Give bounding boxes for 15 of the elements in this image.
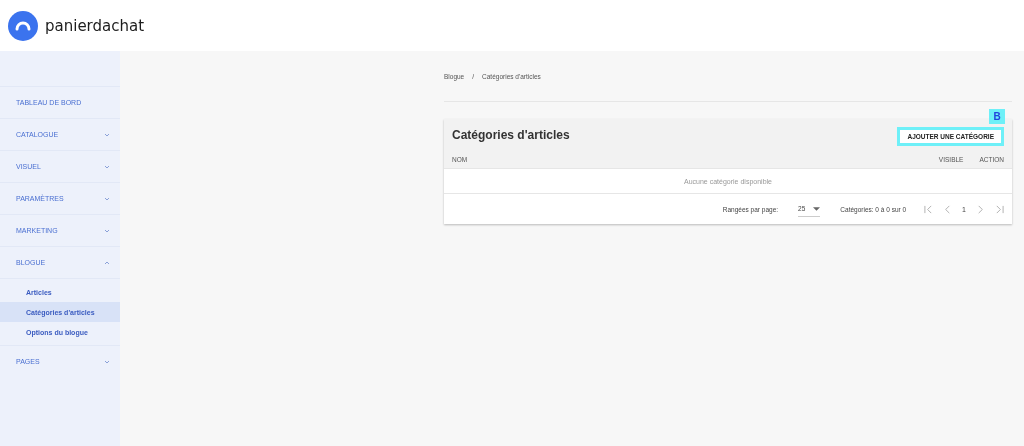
chevron-down-icon [104,228,110,233]
brand-name: panierdachat [45,16,145,35]
chevron-down-icon [104,196,110,201]
previous-page-icon[interactable] [943,204,953,214]
last-page-icon[interactable] [995,204,1004,214]
logo-icon [8,10,38,41]
chevron-down-icon [104,164,110,169]
first-page-icon[interactable] [924,204,934,214]
dropdown-caret-icon [813,206,821,211]
chevron-down-icon [104,359,110,364]
next-page-icon[interactable] [976,204,985,214]
chevron-down-icon [104,132,110,137]
marker-badge: B [989,108,1005,124]
card-title: Catégories d'articles [452,128,570,142]
chevron-up-icon [104,260,110,265]
